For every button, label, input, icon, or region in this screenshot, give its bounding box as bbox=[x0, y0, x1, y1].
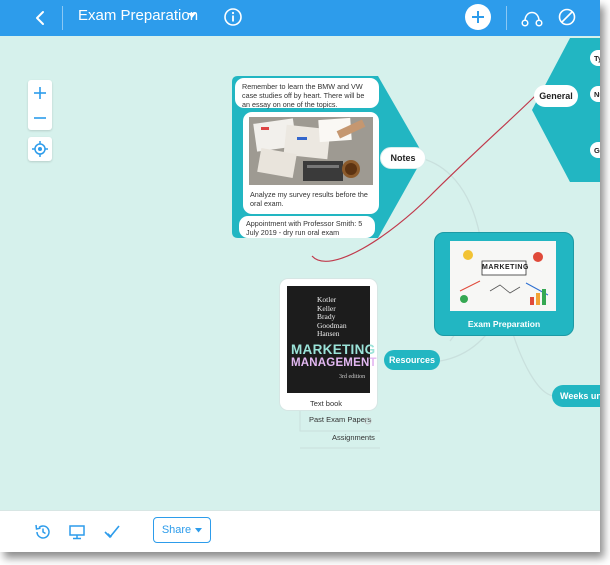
top-toolbar: Exam Preparation bbox=[0, 0, 600, 36]
plus-icon bbox=[472, 11, 484, 23]
resource-item[interactable]: Past Exam Papers bbox=[309, 415, 371, 424]
zoom-in-button[interactable] bbox=[28, 80, 52, 105]
note-item[interactable]: Remember to learn the BMW and VW case st… bbox=[235, 78, 379, 109]
book-title-line1: MARKETING bbox=[291, 342, 376, 357]
caret-down-icon bbox=[195, 527, 203, 532]
map-title[interactable]: Exam Preparation bbox=[78, 7, 198, 24]
central-topic-label: Exam Preparation bbox=[467, 319, 541, 329]
mindmap-canvas[interactable]: Remember to learn the BMW and VW case st… bbox=[0, 36, 600, 510]
notes-node[interactable]: Notes bbox=[380, 147, 426, 169]
book-cover: Kotler Keller Brady Goodman Hansen MARKE… bbox=[287, 286, 377, 393]
share-network-icon[interactable] bbox=[520, 6, 544, 30]
minus-icon bbox=[34, 116, 46, 119]
book-title-line2: MANAGEMENT bbox=[291, 357, 377, 369]
no-entry-icon[interactable] bbox=[556, 6, 578, 28]
zoom-out-button[interactable] bbox=[28, 105, 52, 130]
marketing-image bbox=[450, 241, 556, 311]
general-item[interactable]: Num bbox=[590, 86, 600, 102]
add-node-button[interactable] bbox=[465, 4, 491, 30]
textbook-card[interactable]: Kotler Keller Brady Goodman Hansen MARKE… bbox=[279, 278, 378, 411]
resource-item[interactable]: Assignments bbox=[332, 433, 375, 442]
toolbar-divider bbox=[62, 6, 63, 30]
share-button-label: Share bbox=[161, 524, 192, 536]
general-item[interactable]: Grad bbox=[590, 142, 600, 158]
toolbar-divider bbox=[506, 6, 507, 30]
general-item[interactable]: Type bbox=[590, 50, 600, 66]
app-window: Exam Preparation Remember to learn the B… bbox=[0, 0, 600, 552]
book-edition: 3rd edition bbox=[339, 374, 366, 380]
chevron-left-icon[interactable] bbox=[28, 6, 52, 30]
link-icon bbox=[364, 417, 372, 425]
note-item-image[interactable]: Analyze my survey results before the ora… bbox=[243, 112, 379, 214]
center-map-button[interactable] bbox=[28, 137, 52, 161]
share-button[interactable]: Share bbox=[153, 517, 211, 543]
zoom-controls bbox=[28, 80, 52, 130]
resources-node[interactable]: Resources bbox=[384, 350, 440, 370]
info-icon[interactable] bbox=[222, 6, 244, 28]
plus-icon bbox=[34, 86, 46, 99]
crosshair-icon bbox=[32, 141, 48, 157]
caret-down-icon[interactable] bbox=[186, 10, 198, 22]
note-item-text: Analyze my survey results before the ora… bbox=[250, 190, 368, 208]
central-topic-node[interactable]: MARKETING Exam Preparation bbox=[434, 232, 574, 336]
history-icon[interactable] bbox=[33, 522, 53, 542]
checkmark-icon[interactable] bbox=[102, 522, 122, 542]
presentation-icon[interactable] bbox=[67, 522, 87, 542]
textbook-label: Text book bbox=[309, 399, 343, 408]
note-item[interactable]: Appointment with Professor Smith: 5 July… bbox=[239, 216, 375, 238]
paperwork-photo bbox=[249, 117, 373, 185]
weeks-node[interactable]: Weeks until e bbox=[552, 385, 600, 407]
bottom-toolbar: Share bbox=[0, 510, 600, 552]
marketing-image-word: MARKETING bbox=[482, 264, 529, 271]
book-author: Hansen bbox=[317, 329, 340, 338]
general-node[interactable]: General bbox=[534, 85, 578, 107]
